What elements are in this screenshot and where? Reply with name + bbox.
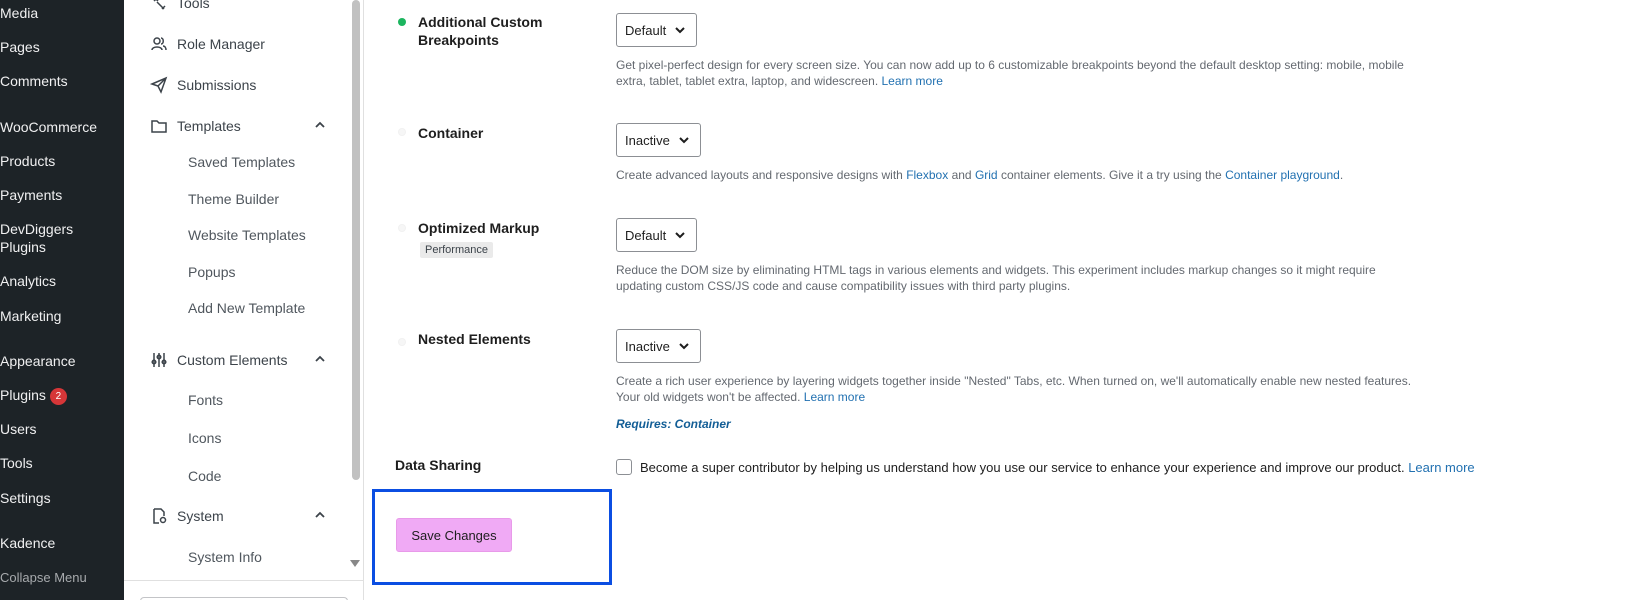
description-text: and (951, 168, 972, 182)
folder-icon (150, 117, 168, 135)
data-sharing-text: Become a super contributor by helping us… (640, 460, 1475, 475)
requires-container-note: Requires: Container (616, 417, 731, 431)
sliders-icon (150, 351, 168, 369)
learn-more-link[interactable]: Learn more (882, 74, 943, 88)
wp-menu-marketing[interactable]: Marketing (0, 307, 61, 325)
experiment-description: Create a rich user experience by layerin… (616, 373, 1416, 405)
chevron-down-icon (674, 24, 686, 36)
experiment-state-select[interactable]: Default (616, 218, 698, 252)
experiment-state-select[interactable]: Inactive (616, 123, 701, 157)
status-dot-inactive (398, 128, 406, 136)
wp-menu-kadence[interactable]: Kadence (0, 534, 55, 552)
experiment-title: Container (418, 125, 484, 141)
save-changes-button[interactable]: Save Changes (396, 518, 512, 552)
chevron-up-icon (313, 352, 327, 366)
submenu-icons[interactable]: Icons (188, 430, 221, 446)
submenu-theme-builder[interactable]: Theme Builder (188, 191, 279, 207)
wp-menu-plugins-label: Plugins (0, 387, 46, 403)
grid-link[interactable]: Grid (975, 168, 998, 182)
wp-menu-settings[interactable]: Settings (0, 489, 51, 507)
plugins-update-badge: 2 (49, 388, 67, 405)
users-icon (150, 35, 168, 53)
submenu-add-new-template[interactable]: Add New Template (188, 300, 305, 316)
description-text: Create a rich user experience by layerin… (616, 374, 1412, 404)
data-sharing-description: Become a super contributor by helping us… (640, 460, 1405, 475)
experiment-description: Get pixel-perfect design for every scree… (616, 57, 1416, 89)
wp-admin-menu: Media Pages Comments WooCommerce Product… (0, 0, 124, 600)
wp-menu-appearance[interactable]: Appearance (0, 352, 76, 370)
wp-menu-woocommerce[interactable]: WooCommerce (0, 118, 97, 136)
submenu-custom-elements[interactable]: Custom Elements (150, 349, 325, 371)
submenu-submissions[interactable]: Submissions (150, 74, 256, 96)
experiment-title: Nested Elements (418, 331, 531, 347)
experiment-description: Create advanced layouts and responsive d… (616, 167, 1416, 183)
submenu-system-label: System (177, 508, 224, 524)
wp-menu-plugins[interactable]: Plugins 2 (0, 386, 67, 405)
elementor-submenu: Tools Role Manager Submissions Templates… (124, 0, 364, 600)
learn-more-link[interactable]: Learn more (804, 390, 865, 404)
status-dot-inactive (398, 338, 406, 346)
send-icon (150, 76, 168, 94)
flexbox-link[interactable]: Flexbox (906, 168, 948, 182)
submenu-submissions-label: Submissions (177, 77, 257, 93)
wp-menu-analytics[interactable]: Analytics (0, 272, 56, 290)
wp-menu-comments[interactable]: Comments (0, 72, 68, 90)
submenu-code[interactable]: Code (188, 468, 221, 484)
submenu-templates-label: Templates (177, 118, 241, 134)
submenu-role-manager[interactable]: Role Manager (150, 33, 265, 55)
data-sharing-label: Data Sharing (395, 457, 482, 473)
submenu-saved-templates[interactable]: Saved Templates (188, 154, 295, 170)
wrench-icon (150, 0, 168, 12)
wp-menu-media[interactable]: Media (0, 4, 38, 22)
wp-menu-payments[interactable]: Payments (0, 186, 62, 204)
select-value: Default (625, 22, 667, 38)
submenu-templates[interactable]: Templates (150, 115, 325, 137)
submenu-website-templates[interactable]: Website Templates (188, 227, 306, 243)
description-text: container elements. Give it a try using … (1000, 168, 1222, 182)
data-sharing-learn-more-link[interactable]: Learn more (1408, 460, 1474, 475)
collapse-menu-button[interactable]: Collapse Menu (0, 569, 87, 587)
experiment-title: Additional Custom Breakpoints (418, 14, 543, 48)
wp-menu-products[interactable]: Products (0, 152, 55, 170)
wp-menu-users[interactable]: Users (0, 420, 37, 438)
submenu-popups[interactable]: Popups (188, 264, 235, 280)
select-value: Inactive (625, 338, 670, 354)
chevron-down-icon (678, 134, 690, 146)
submenu-system-info[interactable]: System Info (188, 549, 262, 565)
wp-menu-tools[interactable]: Tools (0, 454, 33, 472)
wp-menu-pages[interactable]: Pages (0, 38, 40, 56)
submenu-scrollbar-thumb[interactable] (352, 0, 360, 480)
submenu-custom-elements-label: Custom Elements (177, 352, 288, 368)
status-dot-inactive (398, 224, 406, 232)
experiment-description: Reduce the DOM size by eliminating HTML … (616, 263, 1376, 293)
experiment-title: Optimized Markup (418, 220, 540, 236)
description-text: Get pixel-perfect design for every scree… (616, 58, 1404, 88)
submenu-fonts[interactable]: Fonts (188, 392, 223, 408)
wp-menu-devdiggers-plugins[interactable]: DevDiggers Plugins (0, 220, 110, 256)
submenu-system[interactable]: System (150, 505, 325, 527)
chevron-up-icon (313, 118, 327, 132)
experiments-panel: Additional Custom Breakpoints Default Ge… (364, 0, 1629, 600)
experiment-state-select[interactable]: Default (616, 13, 698, 47)
container-playground-link[interactable]: Container playground (1225, 168, 1340, 182)
description-text: . (1339, 168, 1344, 182)
status-dot-active (398, 18, 406, 26)
submenu-tools[interactable]: Tools (150, 0, 210, 14)
select-value: Inactive (625, 132, 670, 148)
data-sharing-checkbox[interactable] (616, 459, 632, 475)
chevron-down-icon (678, 340, 690, 352)
submenu-divider (124, 580, 364, 581)
file-gear-icon (150, 507, 168, 525)
chevron-up-icon (313, 508, 327, 522)
select-value: Default (625, 227, 667, 243)
experiment-state-select[interactable]: Inactive (616, 329, 701, 363)
description-text: Create advanced layouts and responsive d… (616, 168, 903, 182)
submenu-tools-label: Tools (177, 0, 210, 11)
scroll-down-arrow-icon[interactable] (350, 560, 360, 567)
submenu-role-manager-label: Role Manager (177, 36, 265, 52)
chevron-down-icon (674, 229, 686, 241)
performance-tag: Performance (420, 242, 493, 258)
